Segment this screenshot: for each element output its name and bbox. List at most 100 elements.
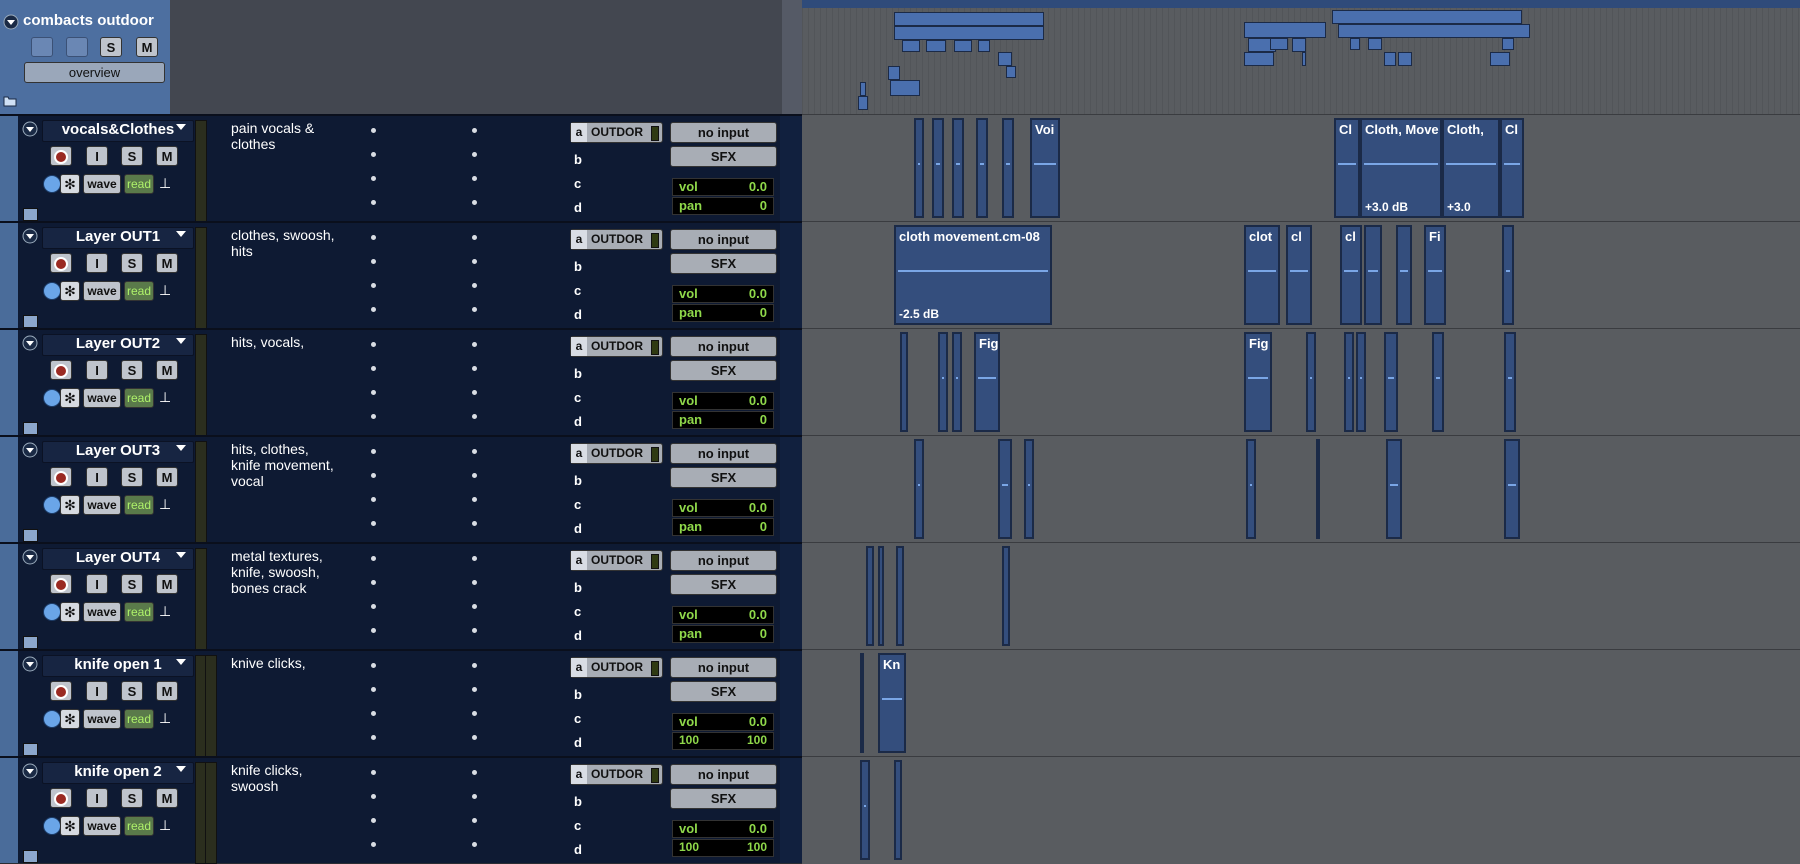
insert-slot[interactable] [472,200,477,205]
input-monitor-button[interactable]: I [86,788,108,808]
insert-slot[interactable] [371,818,376,823]
input-monitor-button[interactable]: I [86,253,108,273]
track-name[interactable]: knife open 1 [42,655,194,677]
insert-slot[interactable] [371,711,376,716]
audio-clip[interactable] [952,332,962,432]
folder-overview-button[interactable]: overview [24,62,165,83]
audio-clip[interactable] [938,332,948,432]
pan-readout[interactable]: pan 0 [672,625,774,643]
insert-slot[interactable] [371,687,376,692]
audio-clip[interactable] [952,118,964,218]
audio-clip[interactable]: clot [1244,225,1280,325]
audio-clip[interactable] [932,118,944,218]
track-comment[interactable]: knive clicks, [231,655,351,671]
insert-slot[interactable] [371,663,376,668]
output-selector[interactable]: SFX [670,681,777,702]
insert-slot[interactable] [371,473,376,478]
audio-clip[interactable] [878,546,884,646]
solo-button[interactable]: S [121,467,143,487]
track-comment[interactable]: hits, clothes, knife movement, vocal [231,441,351,489]
record-enable-button[interactable] [50,574,72,594]
input-selector[interactable]: no input [670,657,777,678]
insert-slot[interactable] [472,497,477,502]
volume-readout[interactable]: vol 0.0 [672,820,774,838]
audio-clip[interactable]: Voi [1030,118,1060,218]
folder-track-scrollbar[interactable] [782,0,802,114]
audio-clip[interactable] [1504,439,1520,539]
record-enable-button[interactable] [50,681,72,701]
insert-slot[interactable] [472,414,477,419]
elastic-audio-icon[interactable]: ✻ [60,602,80,622]
audio-clip[interactable] [860,760,870,860]
insert-slot[interactable] [472,473,477,478]
insert-slot[interactable] [371,235,376,240]
insert-slot[interactable] [472,342,477,347]
input-monitor-button[interactable]: I [86,360,108,380]
insert-slot[interactable] [472,259,477,264]
input-selector[interactable]: no input [670,764,777,785]
insert-slot[interactable] [371,259,376,264]
audio-clip[interactable]: Fig [974,332,1000,432]
timebase-icon[interactable] [43,175,61,193]
insert-slot[interactable] [371,628,376,633]
insert-slot[interactable] [472,842,477,847]
pan-readout[interactable]: pan 0 [672,518,774,536]
solo-button[interactable]: S [121,146,143,166]
playlist-icon[interactable]: ⊥ [159,389,171,406]
insert-slot[interactable] [472,521,477,526]
insert-slot[interactable] [472,307,477,312]
insert-slot[interactable] [371,580,376,585]
track-name[interactable]: Layer OUT4 [42,548,194,570]
insert-slot[interactable] [472,235,477,240]
playlist-icon[interactable]: ⊥ [159,817,171,834]
automation-mode-button[interactable]: read [124,816,154,836]
insert-slot[interactable] [472,735,477,740]
automation-mode-button[interactable]: read [124,281,154,301]
insert-slot[interactable] [472,128,477,133]
insert-slot[interactable] [371,794,376,799]
view-selector-button[interactable]: wave [83,281,121,301]
automation-mode-button[interactable]: read [124,602,154,622]
insert-slot[interactable] [371,366,376,371]
track-menu-arrow-icon[interactable] [176,445,186,451]
pan-readout[interactable]: pan 0 [672,197,774,215]
record-enable-button[interactable] [50,467,72,487]
elastic-audio-icon[interactable]: ✻ [60,281,80,301]
volume-readout[interactable]: vol 0.0 [672,499,774,517]
insert-slot[interactable] [472,687,477,692]
view-selector-button[interactable]: wave [83,709,121,729]
track-name[interactable]: Layer OUT1 [42,227,194,249]
timebase-icon[interactable] [43,710,61,728]
insert-slot[interactable] [472,366,477,371]
input-selector[interactable]: no input [670,229,777,250]
insert-slot[interactable] [371,128,376,133]
automation-mode-button[interactable]: read [124,495,154,515]
audio-clip[interactable] [896,546,904,646]
view-selector-button[interactable]: wave [83,388,121,408]
mute-button[interactable]: M [156,574,178,594]
folder-track-header[interactable]: combacts outdoor S M overview [0,0,170,114]
elastic-audio-icon[interactable]: ✻ [60,174,80,194]
elastic-audio-icon[interactable]: ✻ [60,816,80,836]
folder-record-button[interactable] [31,37,53,57]
automation-mode-button[interactable]: read [124,388,154,408]
record-enable-button[interactable] [50,788,72,808]
insert-slot[interactable] [371,735,376,740]
audio-clip[interactable]: Cloth, Move +3.0 dB [1360,118,1442,218]
record-enable-button[interactable] [50,253,72,273]
insert-slot[interactable] [371,770,376,775]
audio-clip[interactable] [1316,439,1320,539]
track-menu-arrow-icon[interactable] [176,231,186,237]
input-monitor-button[interactable]: I [86,467,108,487]
mute-button[interactable]: M [156,253,178,273]
record-enable-button[interactable] [50,360,72,380]
audio-clip[interactable] [1002,118,1014,218]
volume-readout[interactable]: vol 0.0 [672,178,774,196]
view-selector-button[interactable]: wave [83,174,121,194]
track-comment[interactable]: knife clicks, swoosh [231,762,351,794]
track-menu-arrow-icon[interactable] [176,338,186,344]
insert-slot[interactable] [371,414,376,419]
track-collapse-icon[interactable] [22,121,38,137]
audio-clip[interactable]: Cloth, +3.0 [1442,118,1500,218]
folder-solo-button[interactable]: S [100,37,122,57]
